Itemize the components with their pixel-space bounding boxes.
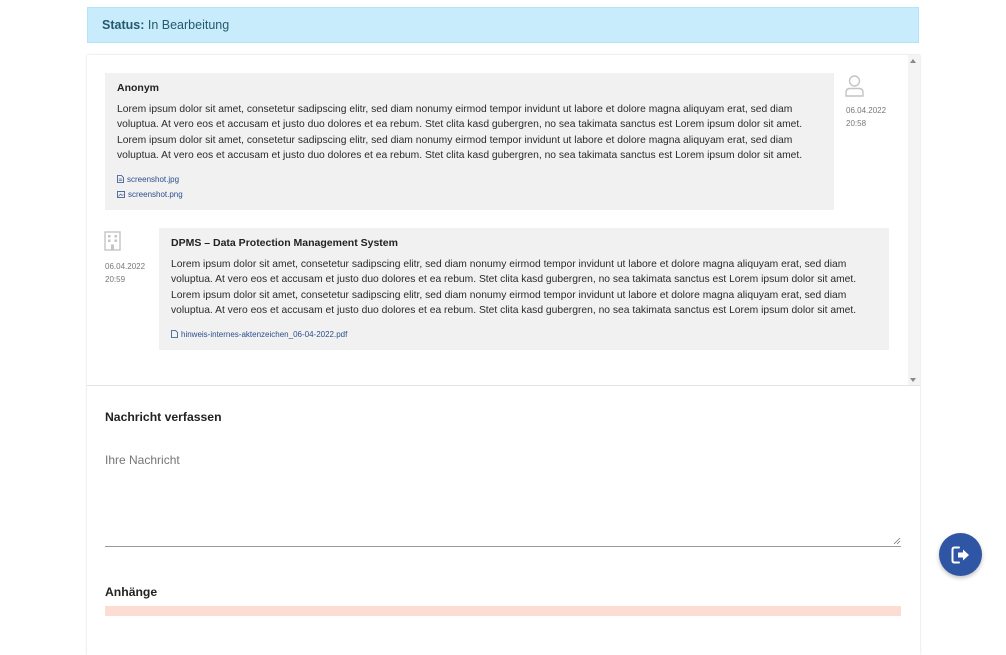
message-attachments: hinweis-internes-aktenzeichen_06-04-2022… — [171, 327, 877, 342]
file-icon — [117, 175, 124, 184]
file-icon — [171, 330, 178, 339]
attachment-link[interactable]: hinweis-internes-aktenzeichen_06-04-2022… — [171, 327, 877, 342]
message-sender: Anonym — [117, 82, 159, 94]
message-thread[interactable]: Anonym Lorem ipsum dolor sit amet, conse… — [87, 55, 920, 386]
scroll-down-icon[interactable] — [910, 378, 916, 382]
logout-icon — [951, 546, 969, 563]
status-label: Status: — [102, 18, 145, 32]
message-date: 06.04.2022 — [105, 262, 146, 271]
attachment-name[interactable]: screenshot.jpg — [127, 172, 179, 187]
attachments-title: Anhänge — [105, 585, 158, 599]
thread-scrollbar[interactable] — [908, 55, 920, 385]
message-time: 20:59 — [105, 275, 126, 284]
attachment-name[interactable]: hinweis-internes-aktenzeichen_06-04-2022… — [181, 327, 347, 342]
status-value: In Bearbeitung — [147, 18, 230, 32]
message-text: Lorem ipsum dolor sit amet, consetetur s… — [171, 258, 857, 317]
message-input[interactable] — [105, 450, 901, 547]
user-avatar-icon — [845, 75, 864, 102]
logout-button[interactable] — [939, 533, 982, 576]
compose-title: Nachricht verfassen — [105, 410, 222, 424]
message-timestamp: 06.04.2022 20:59 — [105, 260, 145, 286]
status-banner: Status: In Bearbeitung — [87, 7, 919, 43]
attachments-alert — [105, 606, 901, 616]
resize-handle-icon[interactable] — [893, 537, 901, 545]
message-timestamp: 06.04.2022 20:58 — [846, 104, 886, 130]
image-icon — [117, 191, 125, 198]
attachment-name[interactable]: screenshot.png — [128, 187, 183, 202]
attachment-link[interactable]: screenshot.jpg — [117, 172, 822, 187]
message-sender: DPMS – Data Protection Management System — [171, 237, 398, 249]
message-date: 06.04.2022 — [846, 106, 887, 115]
conversation-card: Anonym Lorem ipsum dolor sit amet, conse… — [87, 55, 920, 655]
building-icon — [104, 231, 121, 256]
message-bubble: Anonym Lorem ipsum dolor sit amet, conse… — [105, 73, 834, 210]
scroll-up-icon[interactable] — [910, 59, 916, 63]
attachment-link[interactable]: screenshot.png — [117, 187, 822, 202]
message-text: Lorem ipsum dolor sit amet, consetetur s… — [117, 103, 803, 162]
message-bubble: DPMS – Data Protection Management System… — [159, 228, 889, 350]
compose-section: Nachricht verfassen — [105, 410, 901, 547]
message-attachments: screenshot.jpg screenshot.png — [117, 172, 822, 202]
message-time: 20:58 — [846, 119, 867, 128]
